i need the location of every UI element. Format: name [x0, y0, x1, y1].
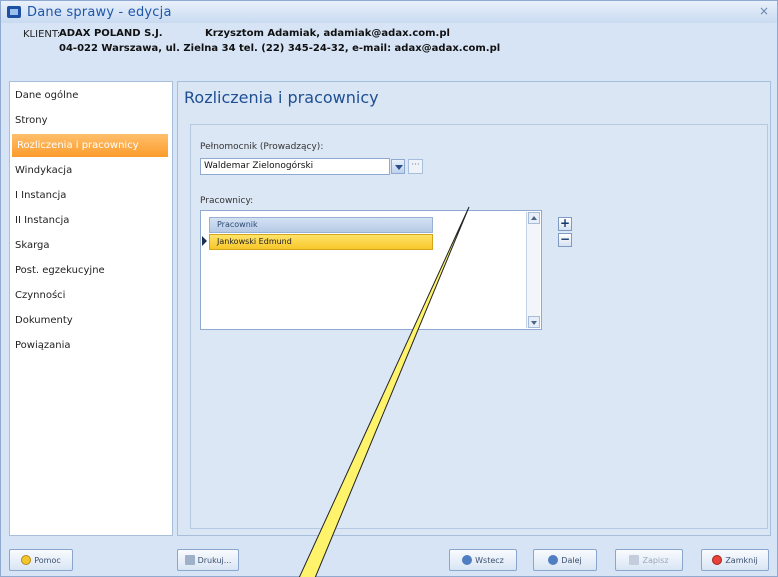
grid-column-header[interactable]: Pracownik: [209, 217, 433, 233]
printer-icon: [184, 555, 195, 565]
window-title: Dane sprawy - edycja: [27, 4, 172, 20]
sidebar-item-strony[interactable]: Strony: [10, 109, 172, 132]
scroll-up-icon[interactable]: [528, 212, 540, 224]
scroll-down-icon[interactable]: [528, 316, 540, 328]
page-title: Rozliczenia i pracownicy: [184, 88, 379, 107]
remove-worker-button[interactable]: −: [558, 233, 572, 247]
back-button-label: Wstecz: [475, 555, 504, 565]
arrow-right-icon: [548, 555, 559, 565]
sidebar-item-ii-instancja[interactable]: II Instancja: [10, 209, 172, 232]
dialog-window: Dane sprawy - edycja × KLIENT: ADAX POLA…: [0, 0, 778, 577]
help-icon: [21, 555, 32, 565]
client-info: KLIENT: ADAX POLAND S.J. Krzysztom Adami…: [9, 24, 771, 72]
sidebar-item-skarga[interactable]: Skarga: [10, 234, 172, 257]
sidebar-item-powiazania[interactable]: Powiązania: [10, 334, 172, 357]
next-button[interactable]: Dalej: [533, 549, 597, 571]
client-label: KLIENT:: [23, 29, 61, 40]
client-name: ADAX POLAND S.J.: [59, 28, 163, 39]
add-worker-button[interactable]: +: [558, 217, 572, 231]
close-circle-icon: [712, 555, 723, 565]
title-bar[interactable]: Dane sprawy - edycja ×: [1, 1, 777, 23]
workers-label: Pracownicy:: [200, 196, 254, 206]
sidebar: Dane ogólne Strony Rozliczenia i pracown…: [9, 81, 173, 536]
browse-button[interactable]: ···: [408, 159, 423, 174]
table-row[interactable]: Jankowski Edmund: [209, 234, 433, 250]
sidebar-item-post-egzekucyjne[interactable]: Post. egzekucyjne: [10, 259, 172, 282]
sidebar-item-czynnosci[interactable]: Czynności: [10, 284, 172, 307]
row-indicator-icon: [202, 236, 207, 246]
chevron-down-icon[interactable]: [391, 159, 405, 174]
print-button-label: Drukuj...: [197, 555, 232, 565]
arrow-left-icon: [462, 555, 473, 565]
window-close-icon[interactable]: ×: [759, 4, 769, 18]
help-button-label: Pomoc: [34, 555, 61, 565]
save-icon: [629, 555, 640, 565]
sidebar-item-i-instancja[interactable]: I Instancja: [10, 184, 172, 207]
grid-scrollbar[interactable]: [526, 212, 540, 328]
sidebar-item-rozliczenia[interactable]: Rozliczenia i pracownicy: [12, 134, 168, 157]
attorney-label: Pełnomocnik (Prowadzący):: [200, 142, 324, 152]
client-contact: Krzysztom Adamiak, adamiak@adax.com.pl: [205, 28, 450, 39]
content-area: Rozliczenia i pracownicy Pełnomocnik (Pr…: [177, 81, 771, 536]
back-button[interactable]: Wstecz: [449, 549, 517, 571]
app-window-icon: [7, 6, 21, 18]
print-button[interactable]: Drukuj...: [177, 549, 239, 571]
close-button-label: Zamknij: [725, 555, 758, 565]
help-button[interactable]: Pomoc: [9, 549, 73, 571]
client-address: 04-022 Warszawa, ul. Zielna 34 tel. (22)…: [59, 43, 501, 54]
next-button-label: Dalej: [561, 555, 582, 565]
attorney-select[interactable]: Waldemar Zielonogórski: [200, 158, 390, 175]
sidebar-item-dane-ogolne[interactable]: Dane ogólne: [10, 84, 172, 107]
save-button-label: Zapisz: [642, 555, 669, 565]
sidebar-item-windykacja[interactable]: Windykacja: [10, 159, 172, 182]
close-button[interactable]: Zamknij: [701, 549, 769, 571]
workers-grid[interactable]: Pracownik Jankowski Edmund: [200, 210, 542, 330]
sidebar-item-dokumenty[interactable]: Dokumenty: [10, 309, 172, 332]
save-button[interactable]: Zapisz: [615, 549, 683, 571]
button-bar: Pomoc Drukuj... Wstecz Dalej Zapisz Zamk…: [1, 539, 777, 576]
